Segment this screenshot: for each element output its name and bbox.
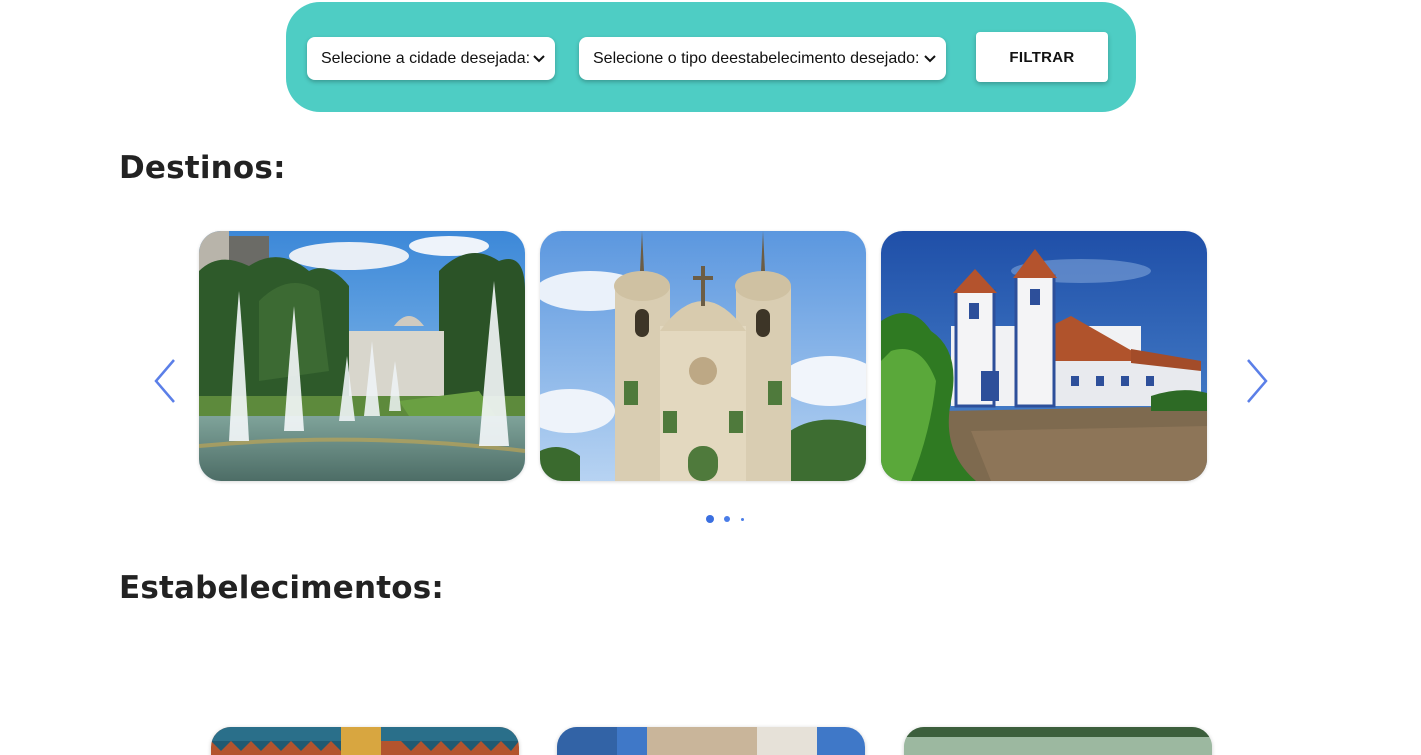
destination-card-fountain-park[interactable]: [199, 231, 525, 481]
pagination-dot[interactable]: [724, 516, 730, 522]
establishment-photo-icon: [557, 727, 865, 755]
pagination-dot[interactable]: [741, 518, 744, 521]
white-blue-church-photo-icon: [881, 231, 1207, 481]
destinos-title: Destinos:: [119, 150, 286, 186]
carousel-prev-arrow-icon[interactable]: [150, 356, 180, 406]
chevron-down-icon: [533, 53, 545, 65]
city-select[interactable]: Selecione a cidade desejada:: [307, 37, 555, 80]
filter-button[interactable]: FILTRAR: [976, 32, 1108, 82]
baroque-church-photo-icon: [540, 231, 866, 481]
establishment-card[interactable]: [211, 727, 519, 755]
destination-card-white-blue-church[interactable]: [881, 231, 1207, 481]
estabelecimentos-title: Estabelecimentos:: [119, 570, 444, 606]
fountain-park-photo-icon: [199, 231, 525, 481]
destination-card-baroque-church[interactable]: [540, 231, 866, 481]
carousel-next-arrow-icon[interactable]: [1242, 356, 1272, 406]
establishment-card[interactable]: [904, 727, 1212, 755]
establishment-card[interactable]: [557, 727, 865, 755]
establishment-type-select[interactable]: Selecione o tipo deestabelecimento desej…: [579, 37, 946, 80]
page: Selecione a cidade desejada: Selecione o…: [0, 0, 1421, 755]
type-select-value: Selecione o tipo deestabelecimento desej…: [593, 49, 920, 67]
carousel-pagination: [704, 514, 752, 524]
establishment-photo-icon: [211, 727, 519, 755]
chevron-down-icon: [924, 53, 936, 65]
pagination-dot-active[interactable]: [706, 515, 714, 523]
establishment-photo-icon: [904, 727, 1212, 755]
city-select-value: Selecione a cidade desejada:: [321, 49, 531, 67]
filter-bar: Selecione a cidade desejada: Selecione o…: [286, 2, 1136, 112]
